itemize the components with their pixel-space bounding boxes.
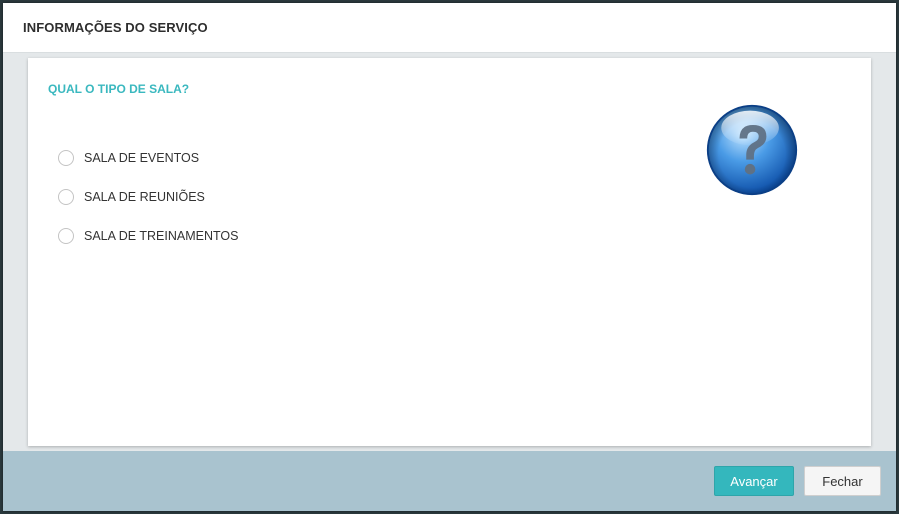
dialog-footer: Avançar Fechar xyxy=(3,451,896,511)
dialog-header: INFORMAÇÕES DO SERVIÇO xyxy=(3,3,896,53)
option-label: SALA DE EVENTOS xyxy=(84,150,200,165)
radio-button[interactable] xyxy=(58,188,74,205)
option-sala-de-eventos[interactable]: SALA DE EVENTOS xyxy=(58,138,238,177)
dialog-body: QUAL O TIPO DE SALA? SALA DE EVENTOS SAL… xyxy=(28,58,871,446)
room-type-options: SALA DE EVENTOS SALA DE REUNIÕES SALA DE… xyxy=(58,138,238,255)
option-sala-de-treinamentos[interactable]: SALA DE TREINAMENTOS xyxy=(58,216,238,255)
option-label: SALA DE REUNIÕES xyxy=(84,189,205,204)
radio-button[interactable] xyxy=(58,149,74,166)
radio-button[interactable] xyxy=(58,227,74,244)
close-button[interactable]: Fechar xyxy=(804,466,881,496)
question-label: QUAL O TIPO DE SALA? xyxy=(48,82,190,96)
question-mark-icon xyxy=(706,104,798,196)
dialog-title: INFORMAÇÕES DO SERVIÇO xyxy=(23,20,208,35)
option-label: SALA DE TREINAMENTOS xyxy=(84,228,239,243)
next-button[interactable]: Avançar xyxy=(714,466,794,496)
service-info-dialog: INFORMAÇÕES DO SERVIÇO QUAL O TIPO DE SA… xyxy=(3,3,896,511)
option-sala-de-reunioes[interactable]: SALA DE REUNIÕES xyxy=(58,177,238,216)
